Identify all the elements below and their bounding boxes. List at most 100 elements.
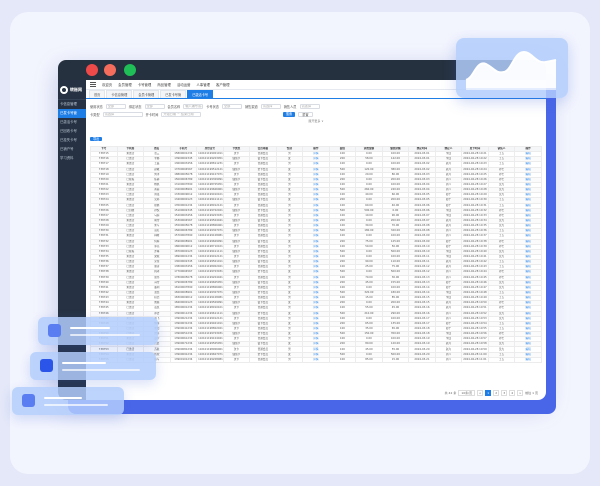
sidebar-item[interactable]: 已回收卡号 [58,127,86,136]
export-button[interactable]: 导出 [90,137,103,141]
table-row: 738739已激活唐伟17800005678110101199204041478… [90,274,542,281]
page-size-select[interactable]: 10条/页 [458,390,476,396]
table-row: 738750已激活曾菲13900051234110101199703031589… [90,331,542,338]
table-cell: 110101199203031356 [196,212,224,219]
table-cell: 110101198806061490 [196,284,224,291]
table-row: 738719已激活刘洋18800005678110101199107071278… [90,171,542,178]
table-row: 738738未激活韩冰17700004567110101199703031467… [90,269,542,276]
table-cell: 15.00 [381,356,410,363]
sidebar-item[interactable]: 卡信息管理 [58,100,86,109]
tab[interactable]: 会员卡管理 [133,90,160,98]
topnav-item[interactable]: 客户管理 [216,82,230,87]
sidebar-item[interactable]: 已激活卡号 [58,118,86,127]
table-row: 738737已激活谢涛13800003456110101198902021456… [90,264,542,271]
table-cell: 110101199108081512 [196,295,224,302]
floating-list-card-1 [38,317,158,345]
topnav-item[interactable]: 欢迎页 [102,82,112,87]
table-row: 738716已激活李娜13900002345110101199203051245… [90,156,542,163]
topnav-item[interactable]: 人事管理 [196,82,210,87]
table-cell: 2024-02-28 10:34 [461,217,489,225]
filter-field[interactable]: 输入编号或名称 [183,103,204,109]
table-cell: 2024-02-28 10:37 [461,233,489,240]
table-cell: 110101198902021456 [196,264,224,271]
tab[interactable]: 已激活卡号 [187,90,214,98]
filter-label: 开卡时间 [145,112,159,117]
table-cell: 110101199203051245 [196,156,224,163]
page-button[interactable]: 4 [509,390,516,396]
table-cell: 110101199107071278 [196,171,224,178]
table-cell: 2024-02-28 10:35 [461,223,489,230]
search-button[interactable]: 搜索 [282,111,296,117]
page-button[interactable]: 2 [493,390,500,396]
table-body: 738715未激活张三15800001234110101199001011234… [90,151,542,363]
table-row: 738720已挂失陈静15000006789110101199309091289… [90,176,542,183]
reset-button[interactable]: 重置 [298,111,313,117]
table-cell: 2024-02-28 10:33 [461,212,489,219]
sidebar-item[interactable]: 已销户号 [58,145,86,154]
sidebar-item[interactable]: 学习资料 [58,154,86,163]
topnav-item[interactable]: 卡号管理 [138,82,152,87]
table-cell: 2024-02-28 10:44 [461,269,489,276]
table-cell: 110101199309091289 [196,176,224,183]
table-row: 738742已激活萧然18200008901110101199307071501… [90,289,542,297]
page-button[interactable]: > [517,390,524,396]
minimize-dot-icon [104,64,116,76]
hamburger-menu-icon[interactable] [90,82,96,87]
expand-filters-toggle[interactable]: 展开更多 ∨ [90,118,542,124]
table-row: 738726已回收孙悦15100002345110101199702021345… [90,207,542,214]
table-row: 738749已激活沈阳13900041234110101198802021578… [90,325,542,333]
list-bullet-icon [48,324,61,337]
row-action-link[interactable]: 编辑 [514,356,542,363]
table-row: 738725已激活徐鹏13500001234110101198912121334… [90,202,542,209]
table-cell: 2024-02-28 10:54 [461,320,489,327]
row-action-link[interactable]: 详情 [302,356,330,363]
filter-field[interactable]: 请选择 [299,103,320,109]
table-cell: 2024-02-28 10:31 [461,202,489,209]
page-button[interactable]: 1 [485,390,492,396]
filter-field[interactable]: 全部 [222,103,242,109]
table-cell: 110101199010101312 [196,192,224,199]
logo-text: 转账网 [70,86,82,92]
table-cell: 110101199012121434 [196,253,224,261]
filter-field[interactable]: 开始日期 ~ 结束日期 [161,111,202,117]
table-cell: 110101199605051489 [196,279,224,286]
table-cell: 周八 [434,356,463,363]
table-cell: 2024-02-28 10:36 [461,228,489,235]
table-cell: 110101199703031467 [196,269,224,276]
page-goto[interactable]: 前往 1 页 [525,391,538,395]
table-cell: 2024-02-28 10:39 [461,243,489,250]
list-bullet-icon [22,394,35,407]
topnav-item[interactable]: 商品管理 [157,82,171,87]
table-header-row: 卡号 卡状态 姓名 手机号 身份证号 卡类型 会员等级 性别 操作 面值 消费金额 储值余额 绑定时间绑… [90,145,542,153]
table-cell: 2024-02-28 10:38 [461,238,489,245]
tab[interactable]: 已发卡号管 [160,90,187,98]
tab[interactable]: 卡信息管理 [106,90,133,98]
filter-row-2: 卡类型 请选择 开卡时间 开始日期 ~ 结束日期 搜索 重置 [90,110,542,118]
topnav-item[interactable]: 会员管理 [118,82,132,87]
placeholder-line [62,369,140,371]
maximize-dot-icon [124,64,136,76]
filter-field[interactable]: 请选择 [260,103,281,109]
table-cell: 110101199607071623 [196,351,224,358]
sidebar-item[interactable]: 已挂失卡号 [58,136,86,145]
filter-field[interactable]: 全部 [105,103,126,109]
table-cell: 110101199108081390 [196,233,224,240]
filter-field[interactable]: 全部 [144,103,165,109]
table-row: 738748已激活傅琴13900031234110101199401011567… [90,320,542,327]
page-button[interactable]: < [477,390,484,396]
topnav-item[interactable]: 活动运营 [177,82,191,87]
table-row: 738753已激活苏航13900081234110101198906061612… [90,346,542,353]
table-cell: 110101198802021578 [196,325,224,333]
table-cell: 110101199411111323 [196,197,224,204]
sidebar-item[interactable]: 已发卡号管 [58,109,86,118]
table-cell: 110101199401011567 [196,320,224,327]
filter-field[interactable]: 请选择 [102,111,143,117]
list-bullet-icon [40,359,53,372]
table-cell: 2024-02-28 10:50 [461,300,489,307]
table-cell: 100 [328,356,357,363]
table-row: 738732已激活何梅15900008901110101199609091401… [90,238,542,245]
table-row: 738740已激活冯雪17900006789110101199605051489… [90,279,542,286]
table-row: 738724未激活吴婷13400000123110101199411111323… [90,197,542,204]
page-button[interactable]: 3 [501,390,508,396]
tab[interactable]: 首页 [89,90,106,98]
